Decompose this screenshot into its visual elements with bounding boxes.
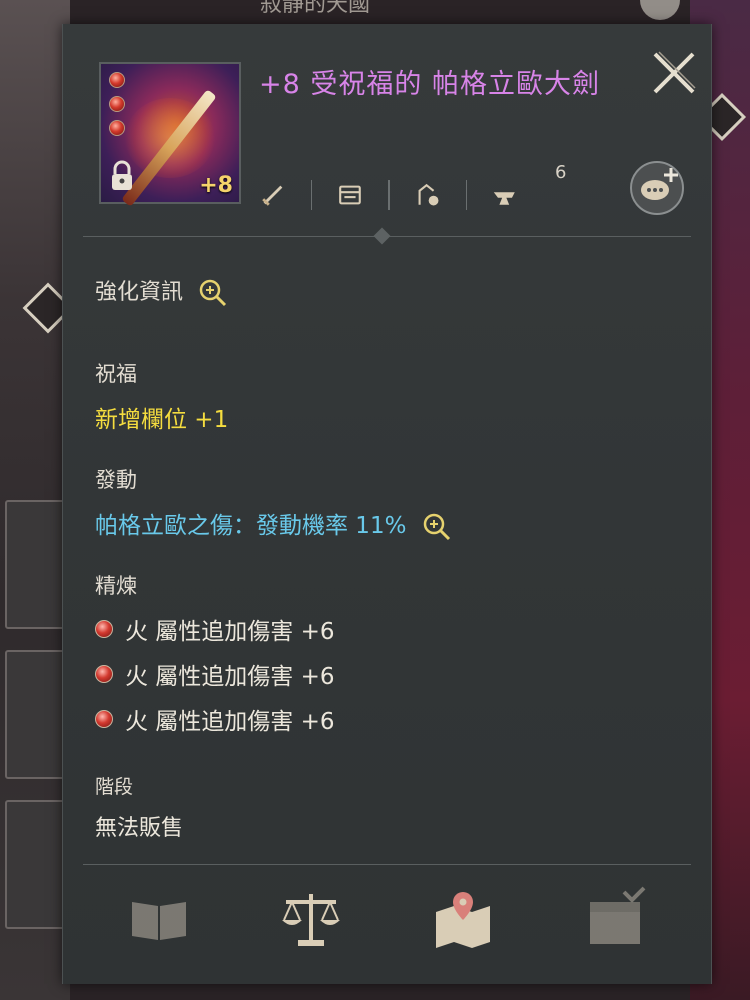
- gem-slot-icon: [109, 72, 125, 88]
- refine-item-text: 火 屬性追加傷害 +6: [125, 709, 335, 735]
- close-icon[interactable]: [647, 46, 701, 100]
- lock-icon: [112, 160, 132, 190]
- chat-plus-icon[interactable]: [629, 160, 685, 216]
- divider-ornament-icon: [373, 227, 391, 245]
- gem-slot-icon: [109, 120, 125, 136]
- enhance-info-section[interactable]: 強化資訊: [95, 274, 228, 308]
- inventory-slot[interactable]: [5, 800, 65, 929]
- scale-icon[interactable]: [276, 884, 346, 954]
- inventory-slot[interactable]: [5, 500, 65, 629]
- zoom-in-icon[interactable]: [422, 512, 452, 542]
- sword-enhance-icon[interactable]: [259, 175, 287, 215]
- refine-item: 火 屬性追加傷害 +6: [95, 612, 335, 646]
- enhance-info-label: 強化資訊: [95, 280, 184, 305]
- refine-item: 火 屬性追加傷害 +6: [95, 702, 335, 736]
- transfer-icon[interactable]: [414, 175, 442, 215]
- anvil-count: 6: [555, 162, 567, 183]
- blessing-value: 新增欄位 +1: [95, 407, 229, 433]
- action-toolbar: [259, 170, 519, 220]
- fire-gem-icon: [95, 710, 113, 728]
- anvil-icon[interactable]: [491, 175, 519, 215]
- toolbar-separator: [310, 180, 313, 210]
- refine-item-text: 火 屬性追加傷害 +6: [125, 619, 335, 645]
- activation-label: 發動: [95, 468, 137, 492]
- activation-row[interactable]: 帕格立歐之傷：發動機率 11%: [95, 506, 452, 542]
- tier-label: 階段: [95, 776, 134, 798]
- item-tooltip-panel: +8 +8 受祝福的 帕格立歐大劍 6 強化資訊 祝福 新增欄位 +1 發動 帕…: [62, 24, 712, 984]
- bottom-divider: [83, 864, 691, 865]
- inventory-slot[interactable]: [5, 650, 65, 779]
- fire-gem-icon: [95, 665, 113, 683]
- refine-item: 火 屬性追加傷害 +6: [95, 657, 335, 691]
- zoom-in-icon[interactable]: [198, 278, 228, 308]
- blessing-label: 祝福: [95, 362, 137, 386]
- enhance-badge: +8: [199, 173, 233, 198]
- refine-label: 精煉: [95, 574, 137, 598]
- refine-item-text: 火 屬性追加傷害 +6: [125, 664, 335, 690]
- gem-slot-icon: [109, 96, 125, 112]
- background-title: 寂靜的天國: [260, 0, 371, 17]
- toolbar-separator: [465, 180, 468, 210]
- activation-value: 帕格立歐之傷：發動機率 11%: [95, 513, 407, 539]
- fire-gem-icon: [95, 620, 113, 638]
- item-title: +8 受祝福的 帕格立歐大劍: [259, 69, 600, 100]
- item-icon-box[interactable]: +8: [99, 62, 241, 207]
- map-pin-icon[interactable]: [428, 884, 498, 954]
- storage-chest-icon[interactable]: [336, 175, 364, 215]
- bottom-toolbar: [83, 874, 691, 964]
- toolbar-separator: [388, 180, 390, 210]
- book-icon[interactable]: [124, 884, 194, 954]
- tier-value: 無法販售: [95, 816, 184, 841]
- chest-check-icon[interactable]: [580, 884, 650, 954]
- background-icon: [640, 0, 680, 20]
